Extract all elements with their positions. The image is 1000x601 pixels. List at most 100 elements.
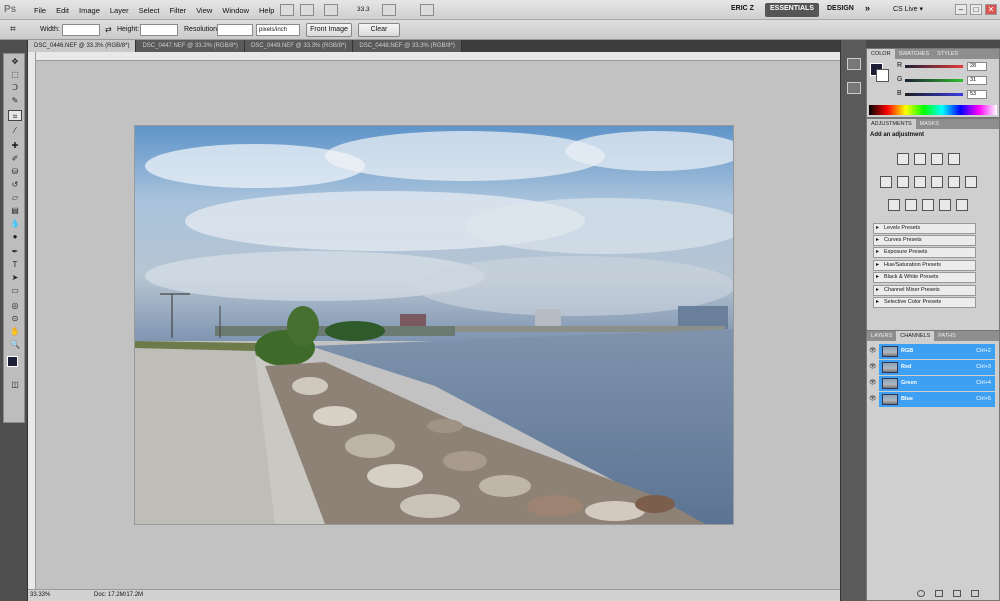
brightness-icon[interactable] (897, 153, 909, 165)
hue-saturation-icon[interactable] (897, 176, 909, 188)
photo-filter-icon[interactable] (948, 176, 960, 188)
menu-window[interactable]: Window (217, 6, 254, 15)
quick-select-tool-icon[interactable]: ✎ (8, 95, 22, 106)
workspace-design[interactable]: DESIGN (822, 3, 859, 17)
visibility-eye-icon[interactable]: 👁 (869, 392, 877, 407)
red-slider[interactable] (905, 65, 963, 68)
preset-exposure[interactable]: Exposure Presets (873, 247, 976, 258)
menu-image[interactable]: Image (74, 6, 105, 15)
load-selection-icon[interactable] (917, 590, 925, 597)
tab-paths[interactable]: PATHS (934, 331, 960, 341)
tab-styles[interactable]: STYLES (933, 49, 962, 59)
tab-swatches[interactable]: SWATCHES (895, 49, 934, 59)
close-icon[interactable]: ✕ (985, 4, 997, 15)
history-panel-icon[interactable] (847, 58, 861, 70)
invert-icon[interactable] (888, 199, 900, 211)
blur-tool-icon[interactable]: 💧 (8, 218, 22, 229)
cs-live-button[interactable]: CS Live ▾ (888, 3, 928, 17)
more-workspaces-icon[interactable]: » (860, 1, 875, 15)
clear-button[interactable]: Clear (358, 23, 400, 37)
minimize-icon[interactable]: – (955, 4, 967, 15)
tab-color[interactable]: COLOR (867, 49, 895, 59)
channel-row-blue[interactable]: Blue Ctrl+5 (879, 392, 995, 407)
pen-tool-icon[interactable]: ✒ (8, 246, 22, 257)
actions-panel-icon[interactable] (847, 82, 861, 94)
threshold-icon[interactable] (922, 199, 934, 211)
eraser-tool-icon[interactable]: ▱ (8, 192, 22, 203)
levels-icon[interactable] (914, 153, 926, 165)
preset-channel-mixer[interactable]: Channel Mixer Presets (873, 285, 976, 296)
blue-value[interactable]: 53 (967, 90, 987, 99)
curves-icon[interactable] (931, 153, 943, 165)
path-select-tool-icon[interactable]: ➤ (8, 272, 22, 283)
save-selection-icon[interactable] (935, 590, 943, 597)
preset-hue-saturation[interactable]: Hue/Saturation Presets (873, 260, 976, 271)
zoom-level-field[interactable]: 33.3 (357, 6, 370, 13)
swap-dimensions-icon[interactable]: ⇄ (105, 25, 112, 34)
lasso-tool-icon[interactable]: ᑐ (8, 82, 22, 93)
3d-rotate-tool-icon[interactable]: ◎ (8, 300, 22, 311)
delete-channel-icon[interactable] (971, 590, 979, 597)
visibility-eye-icon[interactable]: 👁 (869, 360, 877, 375)
doc-tab-2[interactable]: DSC_0447.NEF @ 33.3% (RGB/8*) (136, 40, 245, 52)
healing-brush-icon[interactable]: ✚ (8, 140, 22, 151)
menu-help[interactable]: Help (254, 6, 279, 15)
tab-masks[interactable]: MASKS (916, 119, 943, 129)
units-select[interactable]: pixels/inch (256, 24, 300, 36)
doc-tab-4[interactable]: DSC_0448.NEF @ 33.3% (RGB/8*) (353, 40, 462, 52)
background-color-box[interactable] (876, 69, 889, 82)
workspace-essentials[interactable]: ESSENTIALS (765, 3, 819, 17)
foreground-color-swatch[interactable] (7, 356, 18, 367)
front-image-button[interactable]: Front Image (306, 23, 352, 37)
red-value[interactable]: 28 (967, 62, 987, 71)
arrange-documents-icon[interactable] (382, 4, 396, 16)
tab-layers[interactable]: LAYERS (867, 331, 896, 341)
color-balance-icon[interactable] (914, 176, 926, 188)
blue-slider[interactable] (905, 93, 963, 96)
menu-file[interactable]: File (29, 6, 51, 15)
green-value[interactable]: 31 (967, 76, 987, 85)
channel-row-rgb[interactable]: RGB Ctrl+2 (879, 344, 995, 359)
selective-color-icon[interactable] (956, 199, 968, 211)
width-input[interactable] (62, 24, 100, 36)
black-white-icon[interactable] (931, 176, 943, 188)
color-spectrum-bar[interactable] (869, 105, 997, 115)
preset-selective-color[interactable]: Selective Color Presets (873, 297, 976, 308)
new-channel-icon[interactable] (953, 590, 961, 597)
tab-adjustments[interactable]: ADJUSTMENTS (867, 119, 916, 129)
channel-row-red[interactable]: Red Ctrl+3 (879, 360, 995, 375)
channel-row-green[interactable]: Green Ctrl+4 (879, 376, 995, 391)
posterize-icon[interactable] (905, 199, 917, 211)
resolution-input[interactable] (217, 24, 253, 36)
marquee-tool-icon[interactable]: ⬚ (8, 69, 22, 80)
view-extras-icon[interactable] (324, 4, 338, 16)
menu-view[interactable]: View (191, 6, 217, 15)
channel-mixer-icon[interactable] (965, 176, 977, 188)
hand-tool-icon[interactable]: ✋ (8, 326, 22, 337)
tab-channels[interactable]: CHANNELS (896, 331, 935, 341)
bridge-icon[interactable] (280, 4, 294, 16)
visibility-eye-icon[interactable]: 👁 (869, 344, 877, 359)
crop-tool-preset-icon[interactable]: ⌗ (10, 24, 16, 35)
crop-tool-icon[interactable]: ⌗ (8, 110, 22, 121)
vibrance-icon[interactable] (880, 176, 892, 188)
screen-mode-icon[interactable] (420, 4, 434, 16)
status-zoom[interactable]: 33.33% (30, 592, 50, 598)
workspace-user[interactable]: ERIC Z (726, 3, 759, 17)
visibility-eye-icon[interactable]: 👁 (869, 376, 877, 391)
exposure-icon[interactable] (948, 153, 960, 165)
preset-black-white[interactable]: Black & White Presets (873, 272, 976, 283)
dodge-tool-icon[interactable]: ● (8, 231, 22, 242)
type-tool-icon[interactable]: T (8, 259, 22, 270)
doc-tab-3[interactable]: DSC_0449.NEF @ 33.3% (RGB/8*) (244, 40, 354, 52)
gradient-tool-icon[interactable]: ▤ (8, 205, 22, 216)
gradient-map-icon[interactable] (939, 199, 951, 211)
history-brush-icon[interactable]: ↺ (8, 179, 22, 190)
height-input[interactable] (140, 24, 178, 36)
green-slider[interactable] (905, 79, 963, 82)
preset-curves[interactable]: Curves Presets (873, 235, 976, 246)
shape-tool-icon[interactable]: ▭ (8, 285, 22, 296)
menu-select[interactable]: Select (134, 6, 165, 15)
document-image[interactable] (135, 126, 733, 524)
brush-tool-icon[interactable]: ✐ (8, 153, 22, 164)
